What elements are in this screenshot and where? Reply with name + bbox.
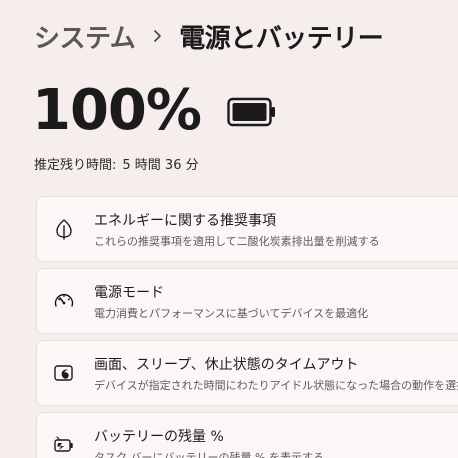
card-description: タスク バーにバッテリーの残量 % を表示する <box>94 451 324 458</box>
estimated-time-remaining: 推定残り時間: 5 時間 36 分 <box>34 154 199 173</box>
battery-percentage-card[interactable]: バッテリーの残量 % タスク バーにバッテリーの残量 % を表示する <box>36 412 458 458</box>
energy-recommendations-card[interactable]: エネルギーに関する推奨事項 これらの推奨事項を適用して二酸化炭素排出量を削減する <box>36 196 458 262</box>
screen-sleep-icon <box>53 362 75 384</box>
battery-percentage: 100% <box>32 78 202 143</box>
remaining-value: 5 時間 36 分 <box>122 158 199 173</box>
card-description: 電力消費とパフォーマンスに基づいてデバイスを最適化 <box>94 307 369 320</box>
battery-full-icon <box>227 97 277 127</box>
speedometer-icon <box>53 290 75 312</box>
card-title: 画面、スリープ、休止状態のタイムアウト <box>94 357 359 373</box>
card-description: デバイスが指定された時間にわたりアイドル状態になった場合の動作を選択しま <box>94 379 458 392</box>
screen-sleep-timeouts-card[interactable]: 画面、スリープ、休止状態のタイムアウト デバイスが指定された時間にわたりアイドル… <box>36 340 458 406</box>
card-title: エネルギーに関する推奨事項 <box>94 213 276 229</box>
battery-level-fill <box>232 103 267 121</box>
page-title: 電源とバッテリー <box>179 23 384 54</box>
chevron-right-icon <box>135 16 179 56</box>
card-title: バッテリーの残量 % <box>94 429 224 445</box>
card-title: 電源モード <box>94 285 164 301</box>
battery-saver-icon <box>53 434 75 456</box>
remaining-label: 推定残り時間: <box>34 158 117 173</box>
battery-summary: 100% <box>32 78 277 144</box>
leaf-icon <box>53 218 75 240</box>
power-and-battery-page: システム 電源とバッテリー 100% 推定残り時間: 5 時間 36 分 エネル… <box>0 0 458 458</box>
breadcrumb-system-link[interactable]: システム <box>34 18 136 55</box>
power-mode-card[interactable]: 電源モード 電力消費とパフォーマンスに基づいてデバイスを最適化 <box>36 268 458 334</box>
card-description: これらの推奨事項を適用して二酸化炭素排出量を削減する <box>94 235 380 248</box>
breadcrumb: システム 電源とバッテリー <box>34 16 384 56</box>
